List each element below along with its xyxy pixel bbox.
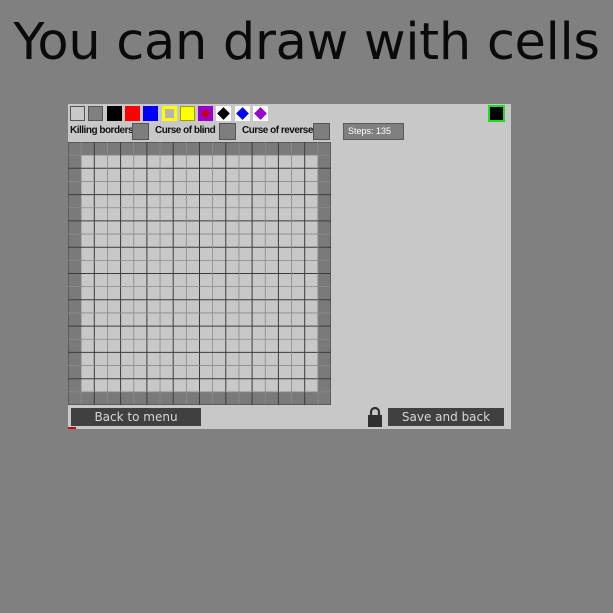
red-marker xyxy=(68,427,76,429)
swatch-light-gray[interactable] xyxy=(70,106,85,121)
swatch-gray[interactable] xyxy=(88,106,104,121)
diamond-icon xyxy=(217,107,231,120)
swatch-yellow[interactable] xyxy=(179,106,195,121)
swatch-yellow-gray[interactable] xyxy=(161,106,177,121)
drawing-grid[interactable] xyxy=(68,142,331,405)
lock-icon[interactable] xyxy=(367,406,383,428)
steps-counter: Steps: 135 xyxy=(343,123,404,140)
grid-canvas[interactable] xyxy=(68,142,331,405)
back-to-menu-button[interactable]: Back to menu xyxy=(71,408,201,426)
curse-of-reverse-toggle[interactable] xyxy=(313,123,330,140)
diamond-icon xyxy=(235,107,249,120)
killing-borders-label: Killing borders xyxy=(70,125,134,136)
swatch-blue-diamond[interactable] xyxy=(234,106,250,121)
current-color-indicator[interactable] xyxy=(488,105,505,122)
killing-borders-toggle[interactable] xyxy=(132,123,149,140)
drawing-editor: Killing borders Curse of blind Curse of … xyxy=(68,104,511,429)
diamond-icon xyxy=(254,107,267,120)
swatch-inner xyxy=(164,109,174,118)
save-and-back-button[interactable]: Save and back xyxy=(388,408,504,426)
curse-of-blind-label: Curse of blind xyxy=(155,125,216,136)
swatch-black-diamond[interactable] xyxy=(216,106,232,121)
swatch-red[interactable] xyxy=(124,106,140,121)
swatch-blue[interactable] xyxy=(143,106,159,121)
swatch-purple-diamond[interactable] xyxy=(253,106,268,121)
curse-of-blind-toggle[interactable] xyxy=(219,123,236,140)
curse-of-reverse-label: Curse of reverse xyxy=(242,125,313,136)
red-dot-icon xyxy=(202,110,210,117)
swatch-purple-red-dot[interactable] xyxy=(198,106,214,121)
swatch-black[interactable] xyxy=(106,106,122,121)
page-headline: You can draw with cells xyxy=(13,13,600,72)
